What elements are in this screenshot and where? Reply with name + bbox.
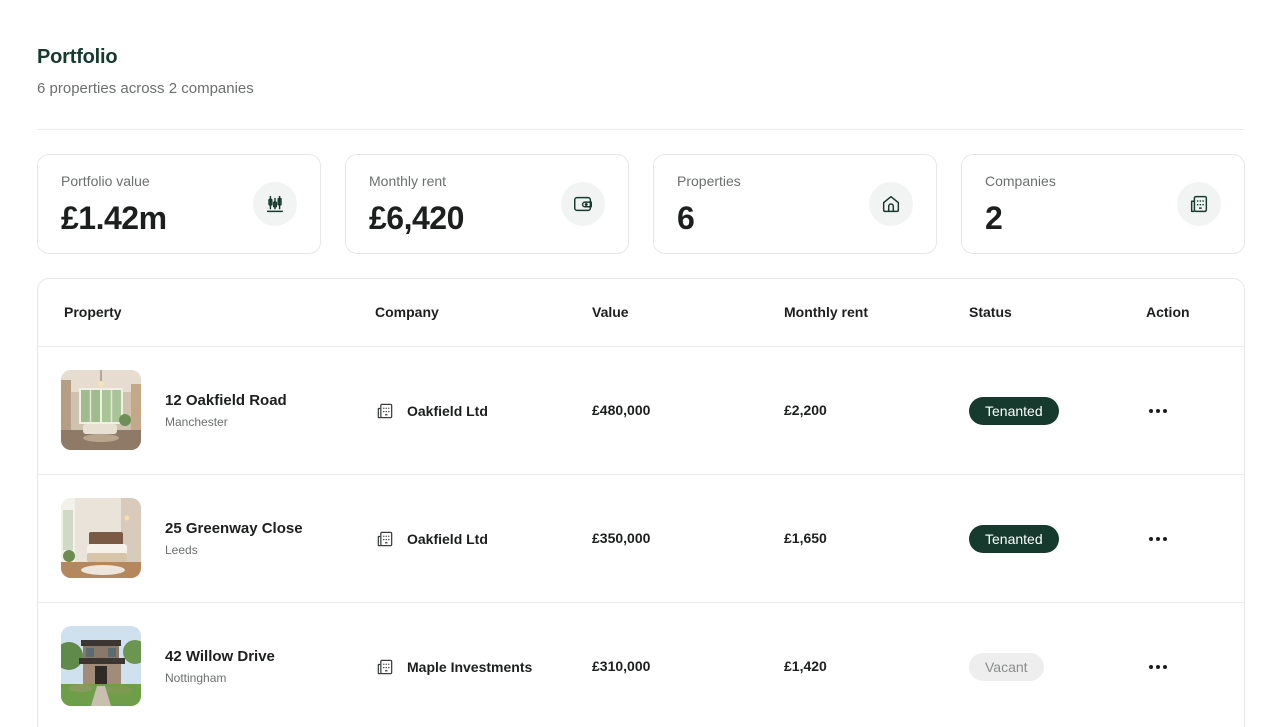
stat-card-properties: Properties 6 — [653, 154, 937, 254]
stat-value: £1.42m — [61, 200, 167, 236]
column-header-property[interactable]: Property — [64, 304, 122, 320]
column-header-status[interactable]: Status — [969, 304, 1012, 320]
property-rent: £2,200 — [784, 402, 827, 418]
status-badge: Vacant — [969, 653, 1044, 681]
stat-label: Monthly rent — [369, 173, 447, 189]
column-header-value[interactable]: Value — [592, 304, 629, 320]
table-row[interactable]: 12 Oakfield Road Manchester Oakfield Ltd… — [38, 347, 1244, 475]
home-icon — [869, 182, 913, 226]
property-rent: £1,420 — [784, 658, 827, 674]
property-city: Nottingham — [165, 671, 227, 685]
property-city: Leeds — [165, 543, 198, 557]
more-actions-button[interactable] — [1144, 527, 1172, 551]
chart-icon — [253, 182, 297, 226]
wallet-icon — [561, 182, 605, 226]
building-icon — [1177, 182, 1221, 226]
company-cell: Oakfield Ltd — [375, 401, 488, 421]
more-actions-button[interactable] — [1144, 655, 1172, 679]
column-header-company[interactable]: Company — [375, 304, 439, 320]
property-name[interactable]: 42 Willow Drive — [165, 648, 275, 665]
property-value: £480,000 — [592, 402, 651, 418]
table-row[interactable]: 42 Willow Drive Nottingham Maple Investm… — [38, 603, 1244, 727]
building-icon — [377, 403, 393, 419]
page-subtitle: 6 properties across 2 companies — [37, 80, 254, 97]
property-rent: £1,650 — [784, 530, 827, 546]
status-badge: Tenanted — [969, 397, 1059, 425]
table-header: Property Company Value Monthly rent Stat… — [38, 279, 1244, 347]
stat-card-companies: Companies 2 — [961, 154, 1245, 254]
building-icon — [377, 659, 393, 675]
stat-value: £6,420 — [369, 200, 464, 236]
company-cell: Oakfield Ltd — [375, 529, 488, 549]
more-actions-button[interactable] — [1144, 399, 1172, 423]
building-icon — [377, 531, 393, 547]
column-header-action: Action — [1146, 304, 1190, 320]
property-thumbnail[interactable] — [61, 370, 141, 450]
page-header: Portfolio 6 properties across 2 companie… — [37, 46, 254, 97]
stat-value: 6 — [677, 200, 695, 236]
property-city: Manchester — [165, 415, 228, 429]
status-badge: Tenanted — [969, 525, 1059, 553]
property-name[interactable]: 25 Greenway Close — [165, 520, 303, 537]
property-value: £310,000 — [592, 658, 651, 674]
stat-label: Properties — [677, 173, 741, 189]
company-cell: Maple Investments — [375, 657, 532, 677]
stats-row: Portfolio value £1.42m Monthly rent £6,4… — [37, 154, 1245, 254]
property-value: £350,000 — [592, 530, 651, 546]
stat-value: 2 — [985, 200, 1003, 236]
properties-table: Property Company Value Monthly rent Stat… — [37, 278, 1245, 727]
stat-card-portfolio-value: Portfolio value £1.42m — [37, 154, 321, 254]
stat-card-monthly-rent: Monthly rent £6,420 — [345, 154, 629, 254]
property-name[interactable]: 12 Oakfield Road — [165, 392, 287, 409]
column-header-monthly-rent[interactable]: Monthly rent — [784, 304, 868, 320]
property-thumbnail[interactable] — [61, 498, 141, 578]
stat-label: Companies — [985, 173, 1056, 189]
table-row[interactable]: 25 Greenway Close Leeds Oakfield Ltd £35… — [38, 475, 1244, 603]
page-title: Portfolio — [37, 46, 118, 68]
company-name: Maple Investments — [407, 659, 533, 675]
company-name: Oakfield Ltd — [407, 531, 488, 547]
company-name: Oakfield Ltd — [407, 403, 488, 419]
property-thumbnail[interactable] — [61, 626, 141, 706]
header-divider — [37, 129, 1244, 130]
stat-label: Portfolio value — [61, 173, 150, 189]
